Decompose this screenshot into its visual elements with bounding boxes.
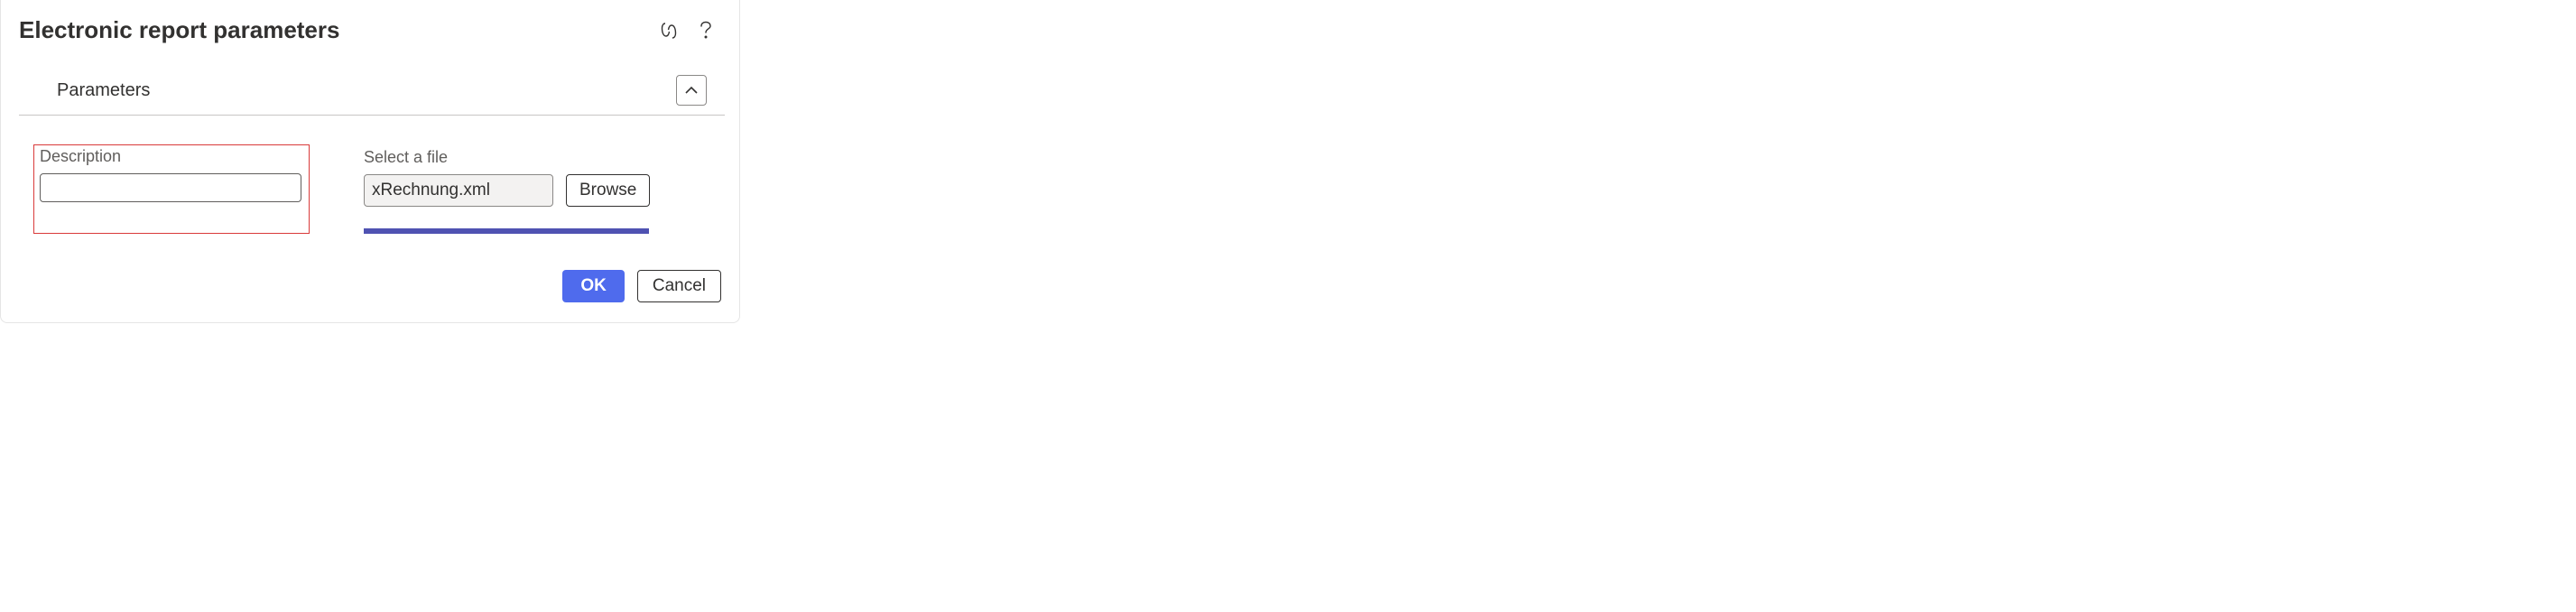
cancel-button[interactable]: Cancel [637, 270, 721, 302]
browse-button[interactable]: Browse [566, 174, 650, 207]
collapse-button[interactable] [676, 75, 707, 106]
dialog-footer: OK Cancel [1, 252, 739, 322]
dialog-panel: Electronic report parameters Parameters [0, 0, 740, 323]
ok-button[interactable]: OK [562, 270, 625, 302]
chevron-up-icon [684, 86, 699, 95]
header-icons [658, 19, 716, 42]
description-label: Description [40, 147, 301, 166]
dialog-title: Electronic report parameters [19, 16, 339, 44]
file-name-display[interactable]: xRechnung.xml [364, 174, 553, 207]
file-label: Select a file [364, 148, 650, 167]
file-row: xRechnung.xml Browse [364, 174, 650, 207]
highlight-underline [364, 228, 649, 234]
fields-row: Description Select a file xRechnung.xml … [1, 116, 739, 252]
copilot-icon[interactable] [658, 20, 680, 42]
help-icon[interactable] [696, 19, 716, 42]
description-field-group: Description [33, 144, 310, 234]
section-title: Parameters [57, 80, 150, 101]
description-input[interactable] [40, 173, 301, 202]
dialog-header: Electronic report parameters [1, 0, 739, 66]
file-field-group: Select a file xRechnung.xml Browse [364, 148, 650, 234]
parameters-section-header: Parameters [19, 66, 725, 116]
